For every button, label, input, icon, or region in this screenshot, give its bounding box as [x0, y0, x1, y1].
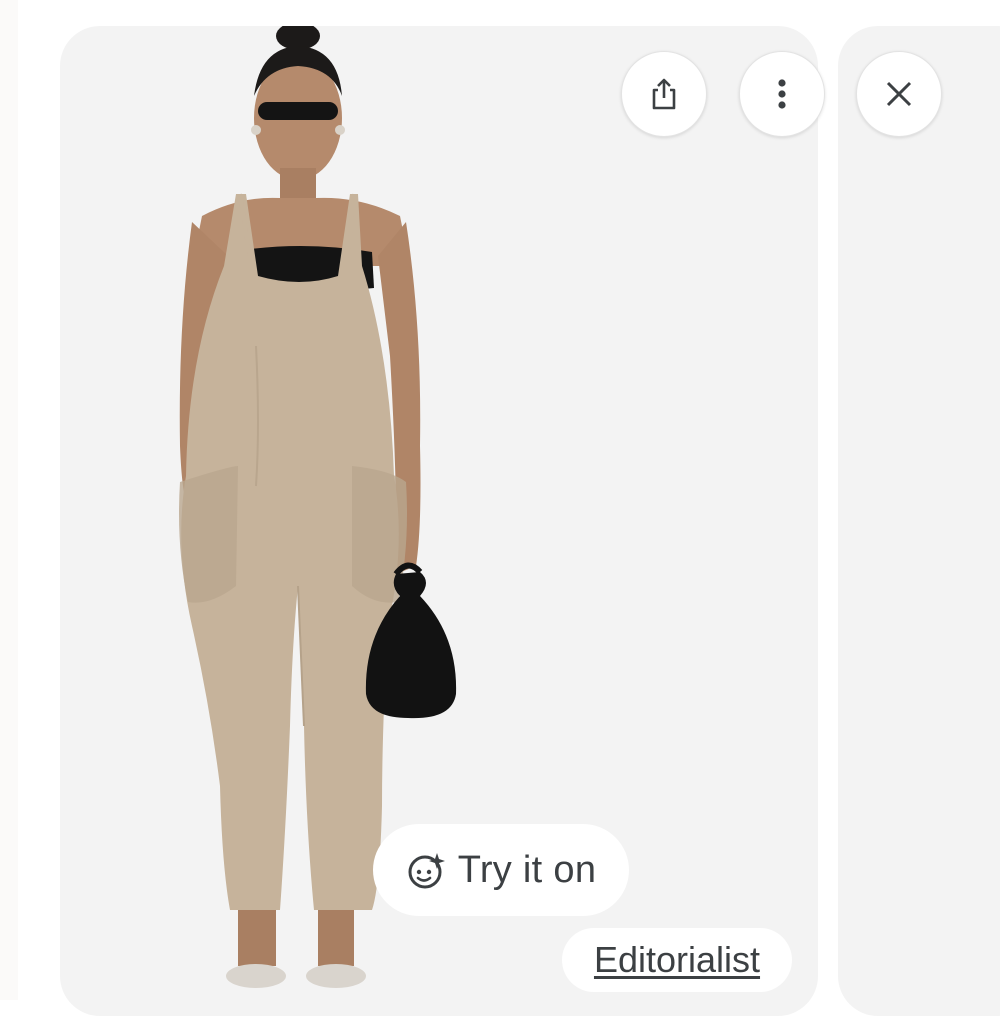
close-button[interactable] [856, 51, 942, 137]
more-vert-icon [778, 79, 786, 109]
more-options-button[interactable] [739, 51, 825, 137]
try-it-on-button[interactable]: Try it on [373, 824, 629, 916]
share-button[interactable] [621, 51, 707, 137]
model-left-shoe [226, 964, 286, 988]
jumpsuit-left-pocket [179, 466, 238, 603]
source-label: Editorialist [593, 939, 761, 980]
product-image-card[interactable]: Try it on Editorialist [60, 26, 818, 1016]
next-card-edge[interactable] [838, 26, 1000, 1016]
share-icon [652, 78, 676, 110]
source-link[interactable]: Editorialist [562, 928, 792, 992]
sparkle-face-icon [408, 853, 445, 889]
model-right-shoe [306, 964, 366, 988]
close-icon [886, 81, 912, 107]
try-it-on-label: Try it on [457, 848, 597, 891]
model-sunglasses [258, 102, 338, 120]
previous-card-edge[interactable] [0, 0, 18, 1000]
